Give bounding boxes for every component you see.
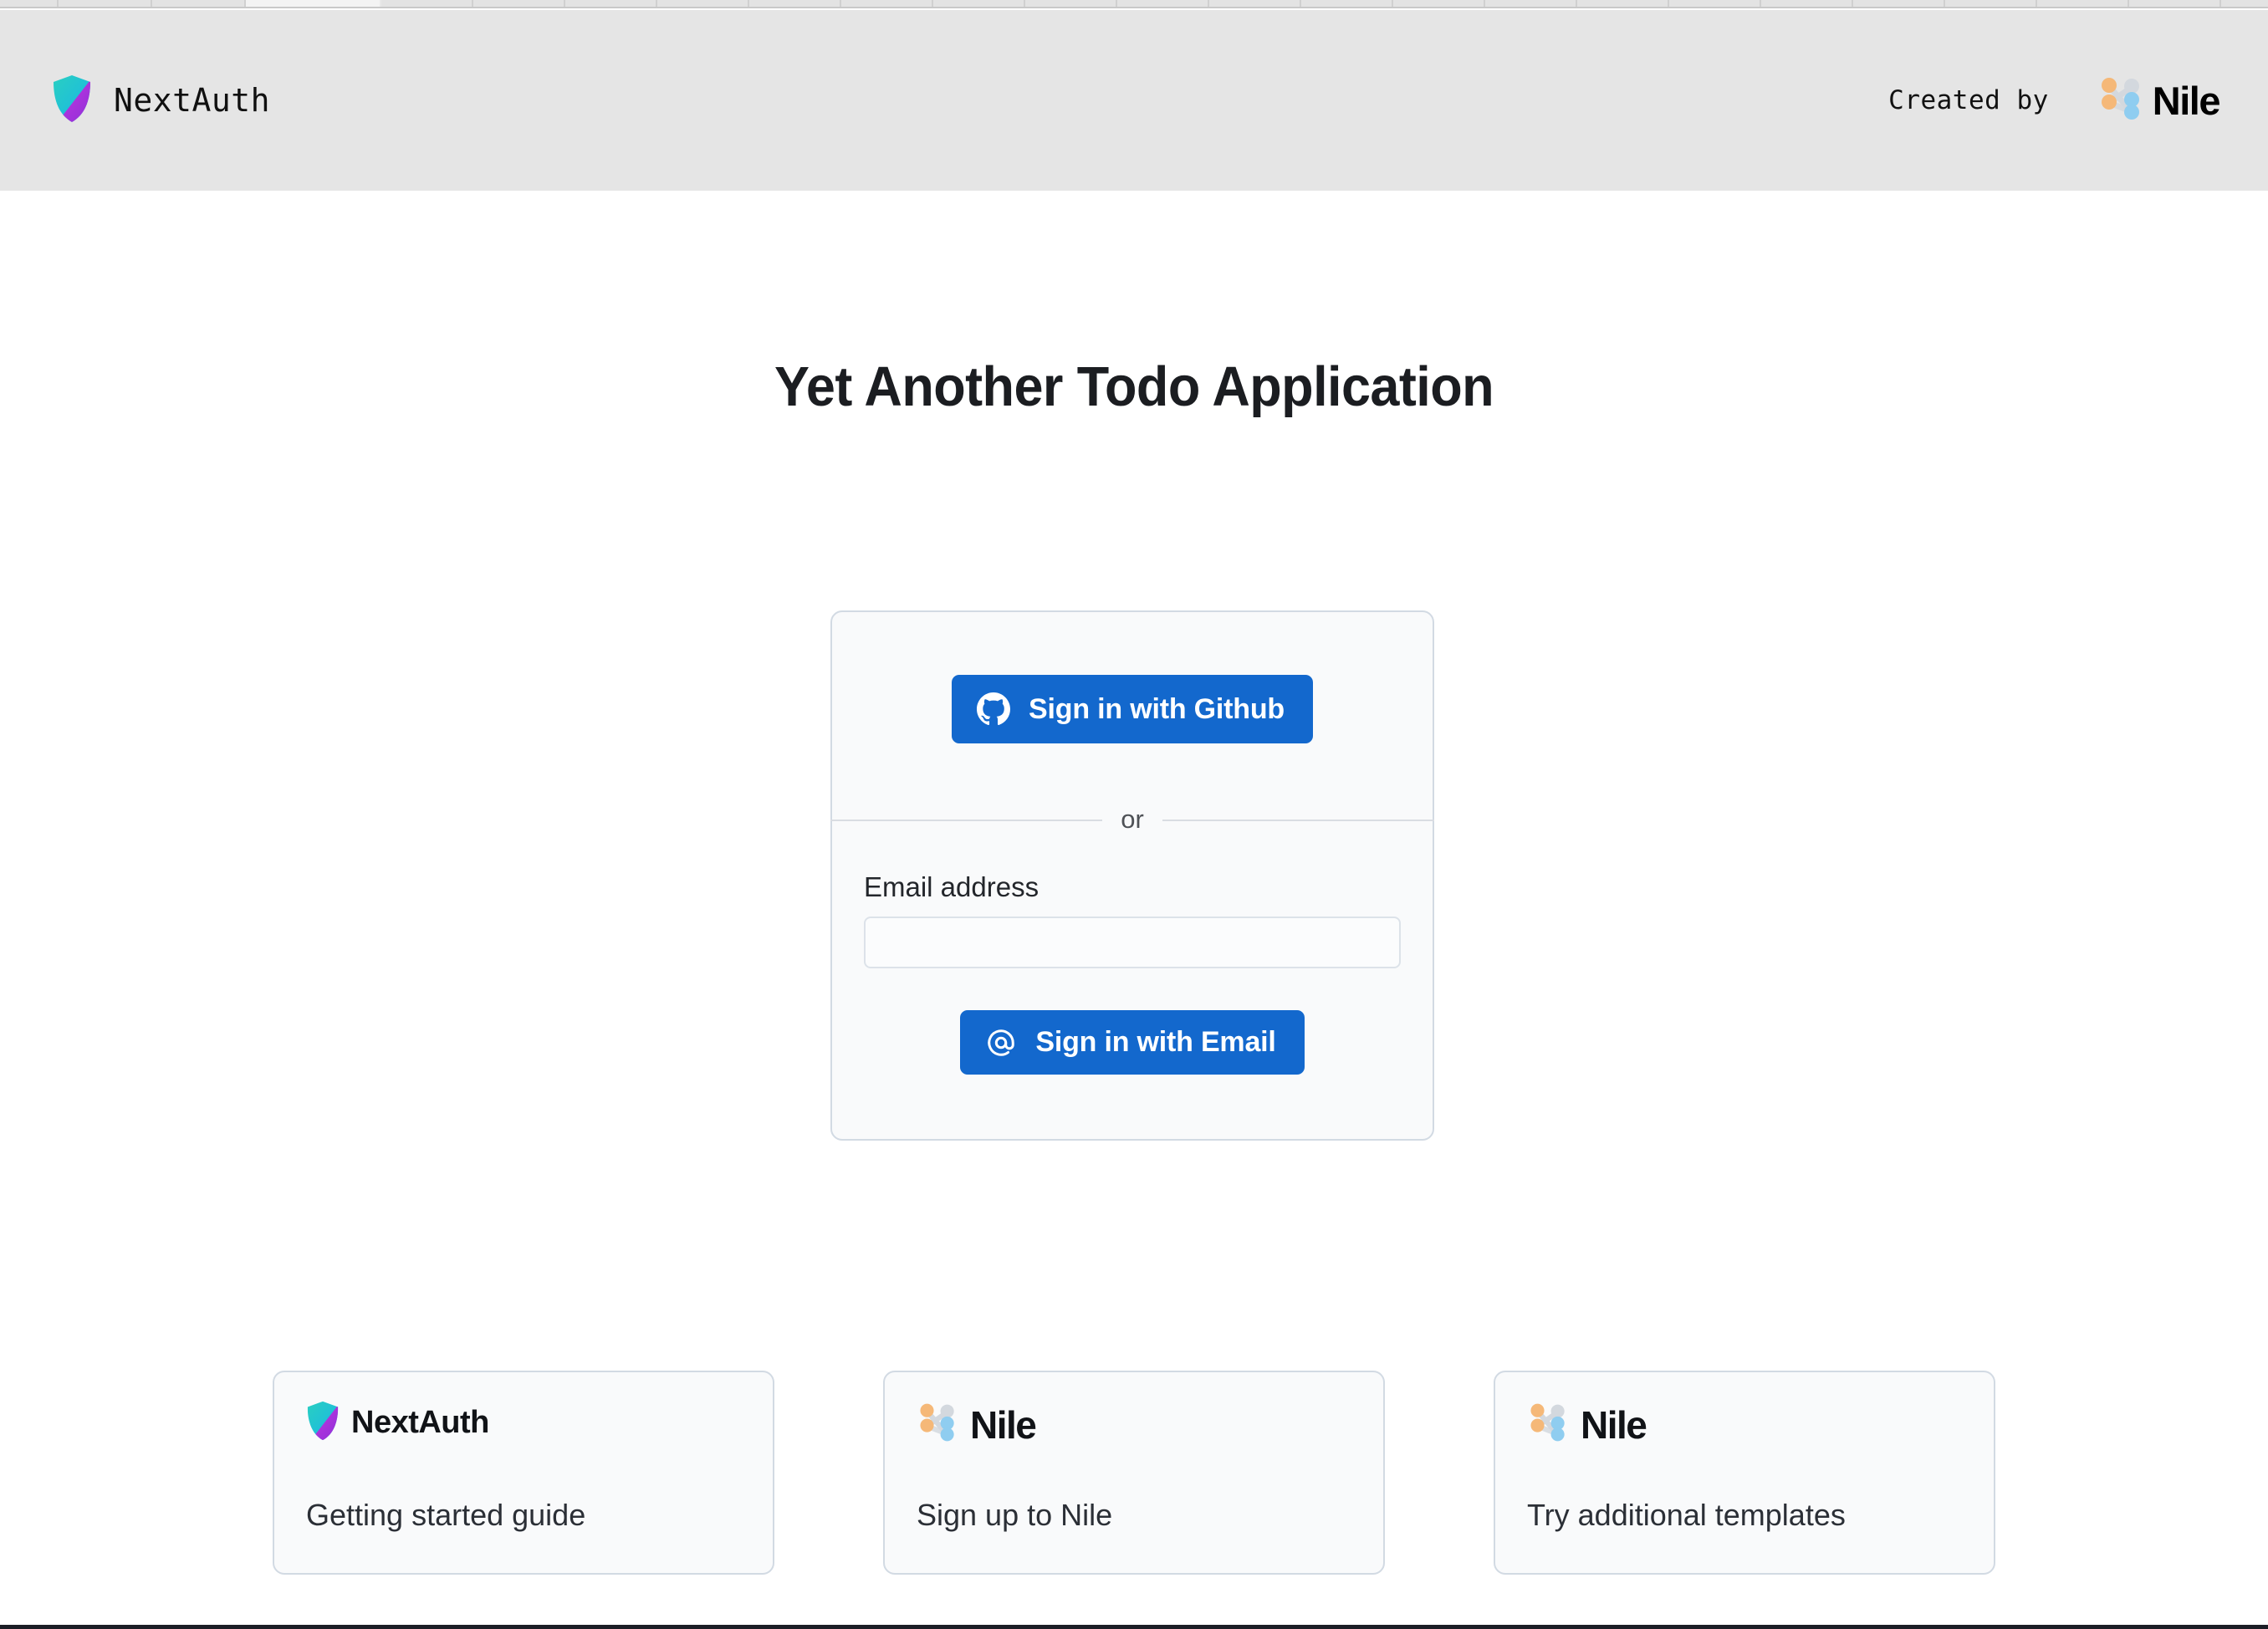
- browser-tab[interactable]: [1301, 0, 1393, 8]
- page-title: Yet Another Todo Application: [68, 355, 2199, 419]
- brand-lockup[interactable]: NextAuth: [52, 74, 270, 127]
- link-card-header: NextAuth: [306, 1401, 741, 1445]
- nextauth-shield-icon: [306, 1401, 340, 1445]
- app-header: NextAuth Created by: [0, 10, 2268, 191]
- link-card-nextauth-guide[interactable]: NextAuth Getting started guide: [273, 1371, 774, 1575]
- browser-tab[interactable]: [0, 0, 59, 8]
- sign-in-with-email-label: Sign in with Email: [1035, 1026, 1275, 1059]
- nextauth-shield-icon: [52, 74, 92, 127]
- link-card-header: Nile: [1527, 1401, 1962, 1448]
- sign-in-with-github-button[interactable]: Sign in with Github: [952, 675, 1313, 743]
- browser-tab[interactable]: [1393, 0, 1485, 8]
- link-card-header: Nile: [917, 1401, 1351, 1448]
- link-cards-row: NextAuth Getting started guide: [0, 1371, 2268, 1580]
- browser-tab-strip[interactable]: [0, 0, 2268, 8]
- link-card-subtitle: Getting started guide: [306, 1498, 741, 1545]
- github-icon: [977, 692, 1010, 726]
- link-card-title: Nile: [970, 1402, 1035, 1448]
- at-icon: [985, 1027, 1017, 1059]
- link-card-title: Nile: [1581, 1402, 1646, 1448]
- signin-card: Sign in with Github or Email address Sig…: [830, 610, 1434, 1141]
- browser-tab[interactable]: [59, 0, 152, 8]
- link-card-title: NextAuth: [351, 1405, 489, 1441]
- browser-tab[interactable]: [1025, 0, 1117, 8]
- brand-name: NextAuth: [114, 82, 270, 119]
- link-card-nile-signup[interactable]: Nile Sign up to Nile: [883, 1371, 1385, 1575]
- nile-logo-icon: [2097, 74, 2144, 127]
- or-divider: or: [830, 806, 1434, 835]
- browser-tab[interactable]: [2037, 0, 2129, 8]
- browser-tab[interactable]: [1853, 0, 1945, 8]
- browser-tab-active[interactable]: [246, 0, 381, 8]
- window-bottom-edge: [0, 1625, 2268, 1629]
- browser-tab[interactable]: [1945, 0, 2037, 8]
- browser-tab[interactable]: [841, 0, 933, 8]
- browser-tab[interactable]: [1669, 0, 1761, 8]
- nile-logo-icon: [1527, 1401, 1569, 1448]
- sign-in-with-email-button[interactable]: Sign in with Email: [960, 1010, 1304, 1075]
- nile-wordmark: Nile: [2153, 78, 2219, 124]
- browser-tab[interactable]: [152, 0, 246, 8]
- email-area: Email address Sign in with Email: [832, 835, 1433, 1075]
- nile-lockup[interactable]: Nile: [2097, 74, 2219, 127]
- browser-tab[interactable]: [933, 0, 1025, 8]
- divider-label: or: [1121, 806, 1144, 835]
- browser-tab[interactable]: [657, 0, 749, 8]
- browser-tab[interactable]: [1117, 0, 1209, 8]
- browser-tab[interactable]: [565, 0, 657, 8]
- browser-tab[interactable]: [473, 0, 565, 8]
- browser-tab[interactable]: [749, 0, 841, 8]
- email-button-row: Sign in with Email: [864, 1010, 1401, 1075]
- created-by-label: Created by: [1888, 85, 2049, 115]
- browser-tab[interactable]: [1761, 0, 1853, 8]
- link-card-subtitle: Sign up to Nile: [917, 1498, 1351, 1545]
- nile-logo-icon: [917, 1401, 958, 1448]
- browser-tab[interactable]: [381, 0, 473, 8]
- divider-line-left: [830, 820, 1102, 821]
- oauth-area: Sign in with Github: [832, 612, 1433, 806]
- email-input[interactable]: [864, 917, 1401, 968]
- browser-tab[interactable]: [1485, 0, 1577, 8]
- browser-tab[interactable]: [1577, 0, 1669, 8]
- link-card-nile-templates[interactable]: Nile Try additional templates: [1494, 1371, 1995, 1575]
- sign-in-with-github-label: Sign in with Github: [1029, 693, 1285, 726]
- browser-tab[interactable]: [2129, 0, 2221, 8]
- created-by-group: Created by Nile: [1888, 74, 2219, 127]
- browser-tab[interactable]: [1209, 0, 1301, 8]
- divider-line-right: [1162, 820, 1434, 821]
- email-field-label: Email address: [864, 871, 1401, 903]
- link-card-subtitle: Try additional templates: [1527, 1498, 1962, 1545]
